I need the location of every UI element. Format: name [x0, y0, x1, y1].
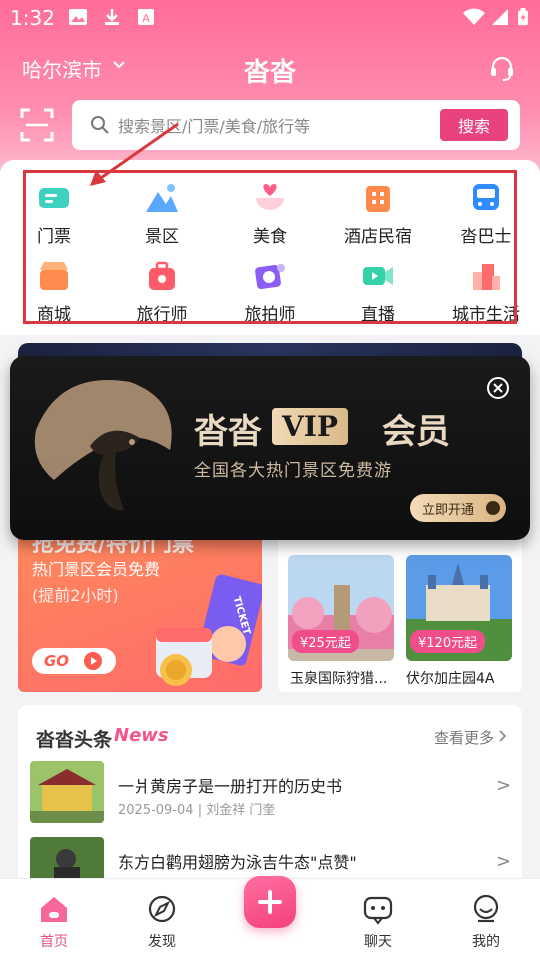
- top-bar: 哈尔滨市 沓沓: [0, 44, 540, 94]
- tab-home-label: 首页: [40, 934, 68, 950]
- ticket-item-2[interactable]: ¥120元起: [406, 555, 512, 661]
- tab-chat[interactable]: 聊天: [338, 879, 418, 961]
- news-item-1[interactable]: 一爿黄房子是一册打开的历史书 2025-09-04 | 刘金祥 门奎 >: [30, 761, 512, 825]
- vip-brand: 沓沓: [194, 412, 262, 452]
- news-brand: 沓沓头条: [36, 729, 113, 751]
- chat-icon: [363, 896, 393, 925]
- see-more-link[interactable]: 查看更多: [434, 727, 494, 748]
- news-meta-1: 2025-09-04 | 刘金祥 门奎: [118, 803, 276, 818]
- plus-icon: [258, 890, 282, 914]
- news-title-1: 一爿黄房子是一册打开的历史书: [118, 777, 343, 796]
- vip-popup[interactable]: 沓沓 VIP 会员 全国各大热门景区免费游 立即开通: [10, 356, 530, 540]
- search-input[interactable]: [116, 110, 430, 142]
- go-button[interactable]: GO: [32, 648, 116, 674]
- vip-subtitle: 全国各大热门景区免费游: [194, 461, 392, 481]
- arrow-right-icon: [486, 501, 500, 515]
- news-card: 沓沓头条 News 查看更多 一爿黄房子是一册打开的历史书 2025-09-04…: [18, 705, 522, 905]
- search-button[interactable]: 搜索: [440, 109, 508, 141]
- go-label: GO: [44, 652, 70, 670]
- search-icon: [91, 116, 109, 134]
- news-title-2: 东方白鹳用翅膀为泳吉牛态"点赞": [118, 853, 357, 872]
- chevron-right-icon: >: [496, 775, 512, 796]
- news-thumbnail-1: [30, 761, 104, 823]
- ticket-name-2: 伏尔加庄园4A: [406, 671, 495, 687]
- tab-chat-label: 聊天: [364, 934, 392, 950]
- close-icon[interactable]: [486, 376, 510, 400]
- ticket-item-1[interactable]: ¥25元起: [288, 555, 394, 661]
- wifi-icon: [463, 8, 485, 25]
- image-notification-icon: [69, 9, 87, 25]
- news-date-1: 2025-09-04: [118, 803, 194, 818]
- news-author-1: 刘金祥 门奎: [206, 803, 276, 818]
- mushroom-logo: [34, 380, 172, 511]
- status-time: 1:32: [10, 6, 55, 30]
- tab-discover[interactable]: 发现: [122, 879, 202, 961]
- vip-member: 会员: [382, 412, 450, 452]
- scan-icon[interactable]: [20, 108, 54, 142]
- vip-badge: VIP: [272, 408, 348, 445]
- chevron-right-icon: >: [496, 851, 512, 872]
- status-bar: 1:32 A: [0, 0, 540, 36]
- promo-line2: (提前2小时): [32, 586, 119, 605]
- svg-text:A: A: [142, 12, 150, 25]
- search-bar: 搜索: [72, 100, 520, 150]
- tab-discover-label: 发现: [148, 934, 176, 950]
- ticket-name-1: 玉泉国际狩猎...: [290, 671, 388, 687]
- tab-profile[interactable]: 我的: [446, 879, 526, 961]
- open-vip-label: 立即开通: [422, 502, 475, 518]
- download-notification-icon: [105, 9, 119, 25]
- ticket-price-2: ¥120元起: [410, 630, 486, 653]
- customer-service-icon[interactable]: [488, 54, 516, 82]
- hot-tickets-card: ¥25元起 ¥120元起 玉泉国际狩猎... 伏尔加庄园4A: [278, 520, 522, 692]
- tab-home[interactable]: 首页: [14, 879, 94, 961]
- news-brand-en: News: [114, 725, 169, 746]
- profile-icon: [473, 894, 499, 923]
- play-icon: [84, 652, 102, 670]
- ticket-illustration: TICKET: [156, 574, 262, 686]
- tab-profile-label: 我的: [472, 934, 500, 950]
- ticket-price-1: ¥25元起: [292, 630, 359, 653]
- publish-button[interactable]: [244, 876, 296, 928]
- home-icon: [41, 897, 67, 922]
- open-vip-button[interactable]: 立即开通: [410, 494, 506, 522]
- app-title: 沓沓: [243, 58, 296, 88]
- highlight-box: [23, 170, 517, 324]
- app-notification-icon: A: [138, 9, 154, 25]
- discover-icon: [148, 895, 176, 923]
- battery-icon: [518, 8, 528, 26]
- chevron-right-icon[interactable]: [498, 729, 508, 743]
- free-ticket-promo[interactable]: 抢免费/特价门票 热门景区会员免费 (提前2小时) GO TICKET: [18, 520, 262, 692]
- signal-icon: [492, 9, 508, 25]
